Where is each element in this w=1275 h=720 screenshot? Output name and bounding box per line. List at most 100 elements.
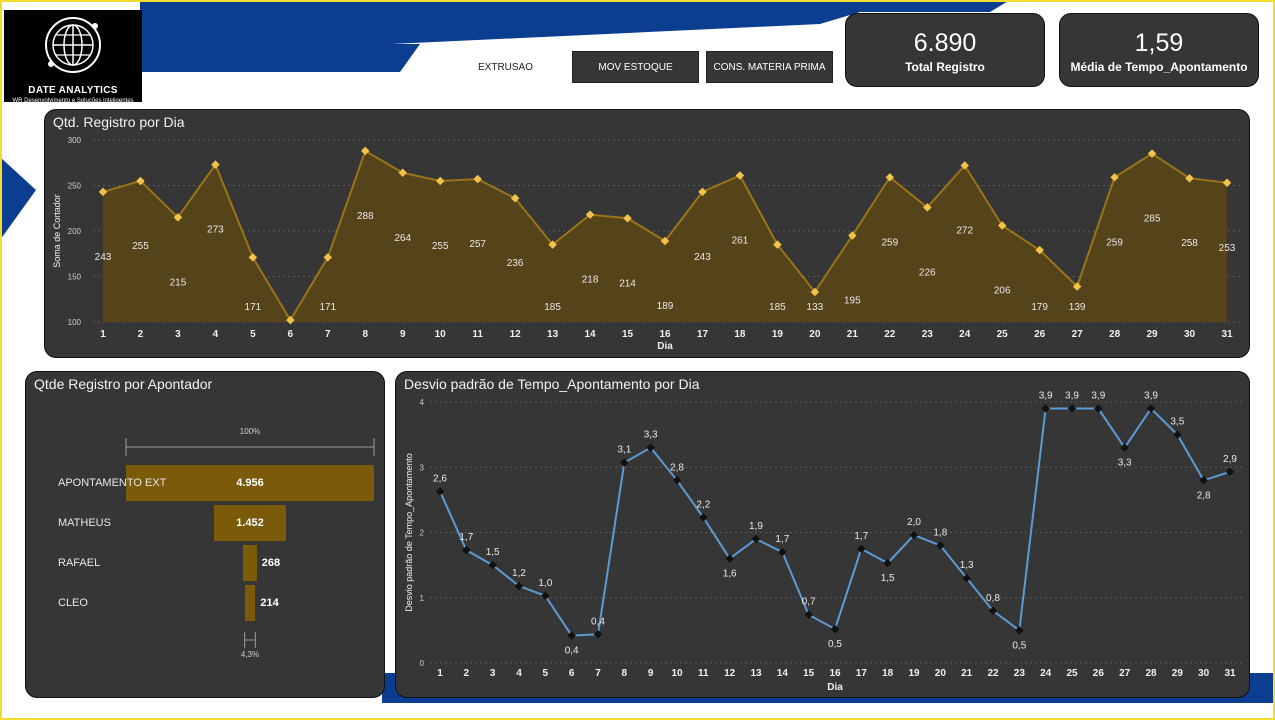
x-tick-label: 10	[671, 668, 683, 679]
data-label: 3,9	[1091, 391, 1105, 402]
data-label: 215	[170, 277, 187, 288]
data-label: 206	[994, 286, 1011, 297]
x-tick-label: 16	[659, 329, 671, 340]
data-label: 2,9	[1223, 454, 1237, 465]
desvio-padrao-chart: 012342,611,721,531,241,050,460,473,183,3…	[404, 391, 1242, 693]
y-axis-label: Soma de Cortador	[52, 194, 62, 268]
y-tick-label: 4	[420, 398, 425, 407]
data-label: 226	[919, 267, 936, 278]
funnel-category-label: APONTAMENTO EXT	[58, 477, 167, 489]
data-label: 0,5	[828, 639, 842, 650]
data-label: 259	[1106, 237, 1123, 248]
x-tick-label: 7	[595, 668, 601, 679]
x-tick-label: 3	[490, 668, 496, 679]
x-tick-label: 13	[547, 329, 559, 340]
funnel-brackets: 100% 4,3%	[125, 427, 375, 659]
x-tick-label: 17	[697, 329, 709, 340]
data-label: 3,9	[1065, 391, 1079, 402]
x-tick-label: 26	[1034, 329, 1046, 340]
data-label: 189	[657, 301, 674, 312]
funnel-value-label: 214	[260, 597, 279, 609]
data-label: 0,8	[986, 593, 1000, 604]
data-label: 1,5	[881, 573, 895, 584]
x-tick-label: 4	[516, 668, 522, 679]
data-label: 257	[469, 239, 486, 250]
data-label: 218	[582, 275, 599, 286]
data-label: 3,5	[1170, 417, 1184, 428]
data-label: 2,2	[696, 499, 710, 510]
data-label: 3,1	[617, 445, 631, 456]
x-tick-label: 22	[987, 668, 999, 679]
registro-por-dia-chart: 10015020025030024312552215327341715 61717…	[52, 136, 1241, 352]
data-label: 2,8	[1197, 490, 1211, 501]
data-label: 1,9	[749, 521, 763, 532]
data-label: 0,4	[565, 646, 579, 657]
data-label: 171	[245, 302, 262, 313]
data-label: 258	[1181, 238, 1198, 249]
kpi-media-tempo-label: Média de Tempo_Apontamento	[1070, 60, 1248, 74]
y-tick-label: 2	[420, 529, 425, 538]
x-tick-label: 30	[1198, 668, 1210, 679]
data-label: 1,5	[486, 547, 500, 558]
data-label: 2,8	[670, 462, 684, 473]
x-tick-label: 28	[1109, 329, 1121, 340]
y-tick-label: 3	[420, 463, 425, 472]
data-label: 285	[1144, 214, 1161, 225]
kpi-media-tempo: 1,59 Média de Tempo_Apontamento	[1059, 13, 1259, 87]
x-tick-label: 22	[884, 329, 896, 340]
data-label: 1,2	[512, 568, 526, 579]
data-point	[620, 458, 629, 467]
x-tick-label: 19	[772, 329, 784, 340]
registro-por-apontador-card: Qtde Registro por Apontador 100% 4,3% APON…	[25, 371, 385, 698]
funnel-category-label: RAFAEL	[58, 557, 101, 569]
data-label: 259	[881, 237, 898, 248]
x-tick-label: 10	[435, 329, 447, 340]
x-tick-label: 2	[464, 668, 470, 679]
x-tick-label: 21	[847, 329, 859, 340]
x-tick-label: 2	[138, 329, 144, 340]
data-label: 185	[544, 302, 561, 313]
data-label: 255	[432, 241, 449, 252]
nav-extrusao[interactable]: EXTRUSAO	[478, 62, 533, 73]
x-tick-label: 31	[1224, 668, 1236, 679]
data-point	[830, 624, 840, 634]
y-tick-label: 200	[68, 227, 82, 236]
data-label: 288	[357, 211, 374, 222]
x-tick-label: 14	[585, 329, 597, 340]
x-tick-label: 18	[734, 329, 746, 340]
x-tick-label: 11	[698, 668, 709, 679]
data-label: 139	[1069, 302, 1086, 313]
kpi-total-registro: 6.890 Total Registro	[845, 13, 1045, 87]
x-tick-label: 21	[961, 668, 973, 679]
x-tick-label: 6	[288, 329, 294, 340]
x-tick-label: 5	[543, 668, 549, 679]
x-tick-label: 26	[1093, 668, 1105, 679]
funnel-bar	[244, 585, 256, 621]
data-label: 264	[394, 233, 411, 244]
x-tick-label: 11	[472, 329, 483, 340]
registro-por-dia-card: Qtd. Registro por Dia 100 150 200 250 300 243…	[44, 109, 1250, 358]
x-tick-label: 4	[213, 329, 219, 340]
funnel-value-label: 1.452	[236, 517, 264, 529]
x-tick-label: 31	[1221, 329, 1233, 340]
funnel-value-label: 268	[261, 557, 281, 569]
x-tick-label: 5	[250, 329, 256, 340]
data-point	[462, 545, 471, 555]
x-tick-label: 19	[908, 668, 920, 679]
x-tick-label: 20	[809, 329, 821, 340]
x-tick-label: 9	[400, 329, 406, 340]
y-tick-label: 1	[420, 594, 425, 603]
cons-materia-prima-button[interactable]: CONS. MATERIA PRIMA	[706, 51, 833, 83]
y-tick-label: 100	[68, 318, 82, 327]
data-point	[593, 630, 603, 639]
x-tick-label: 28	[1145, 668, 1157, 679]
x-tick-label: 3	[175, 329, 181, 340]
x-axis-label: Dia	[827, 682, 843, 693]
mov-estoque-button[interactable]: MOV ESTOQUE	[572, 51, 699, 83]
data-label: 0,5	[1012, 640, 1026, 651]
x-tick-label: 6	[569, 668, 575, 679]
x-tick-label: 27	[1072, 329, 1084, 340]
data-label: 1,7	[775, 534, 789, 545]
x-tick-label: 29	[1172, 668, 1184, 679]
data-point	[1067, 404, 1077, 413]
